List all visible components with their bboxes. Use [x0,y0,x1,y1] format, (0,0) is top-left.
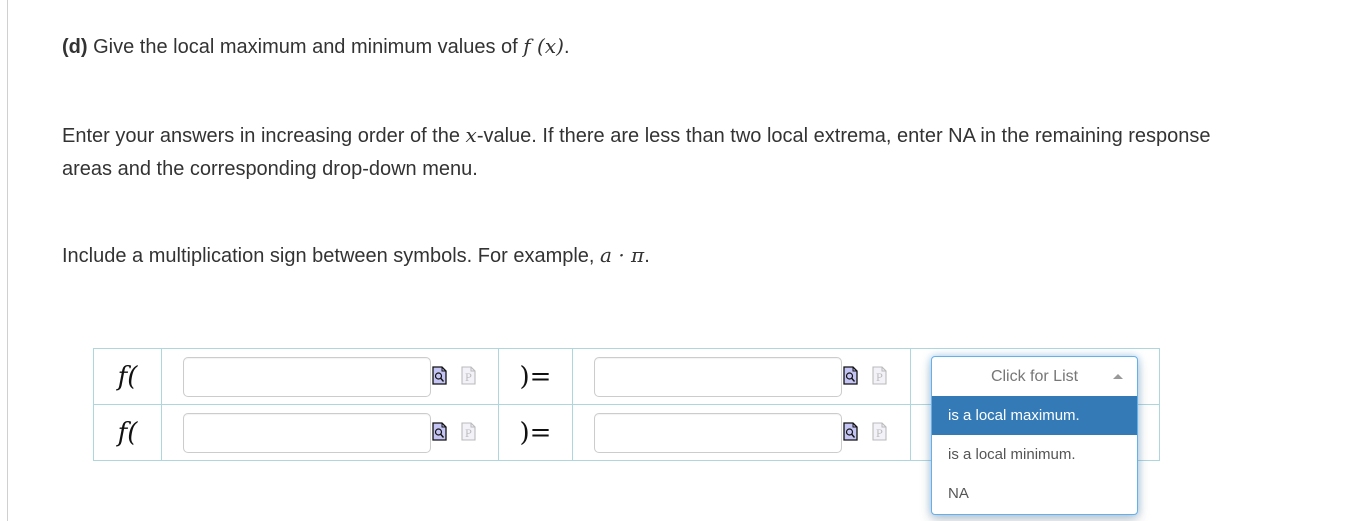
dropdown-toggle[interactable]: Click for List [932,357,1137,396]
mult-example: a · π [600,243,645,267]
mult-period: . [644,245,650,267]
left-border-line [7,0,8,521]
f-value-input[interactable] [594,357,842,397]
f-value-input[interactable] [594,413,842,453]
svg-text:P: P [876,429,883,440]
x-value-input[interactable] [183,413,431,453]
dropdown-placeholder: Click for List [990,368,1079,385]
preview-document-icon[interactable] [432,422,447,441]
dropdown-option-na[interactable]: NA [932,474,1137,513]
caret-up-icon [1113,374,1123,379]
order-instructions: Enter your answers in increasing order o… [62,119,1262,186]
f-open-label: f( [93,404,162,461]
order-variable: x [465,123,477,147]
x-value-input[interactable] [183,357,431,397]
multiplication-instructions: Include a multiplication sign between sy… [62,239,650,273]
p-document-icon[interactable]: P [461,422,476,441]
p-document-icon[interactable]: P [872,422,887,441]
equals-label: )= [498,404,573,461]
f-open-label: f( [93,348,162,405]
title-text: Give the local maximum and minimum value… [93,36,518,58]
title-period: . [563,36,570,58]
p-document-icon[interactable]: P [461,366,476,385]
svg-text:P: P [465,373,472,384]
x-input-cell: P [161,348,499,405]
extremum-type-dropdown[interactable]: Click for List is a local maximum. is a … [931,356,1138,515]
mult-text-pre: Include a multiplication sign between sy… [62,245,595,267]
function-expression: f (x) [523,34,564,58]
order-text-pre: Enter your answers in increasing order o… [62,125,460,147]
preview-document-icon[interactable] [843,366,858,385]
part-label: (d) [62,36,88,58]
preview-document-icon[interactable] [843,422,858,441]
question-title: (d) Give the local maximum and minimum v… [62,34,570,59]
equals-label: )= [498,348,573,405]
f-input-cell: P [572,348,911,405]
x-input-cell: P [161,404,499,461]
f-input-cell: P [572,404,911,461]
dropdown-option-local-minimum[interactable]: is a local minimum. [932,435,1137,474]
svg-text:P: P [876,373,883,384]
dropdown-option-local-maximum[interactable]: is a local maximum. [932,396,1137,435]
p-document-icon[interactable]: P [872,366,887,385]
preview-document-icon[interactable] [432,366,447,385]
svg-text:P: P [465,429,472,440]
